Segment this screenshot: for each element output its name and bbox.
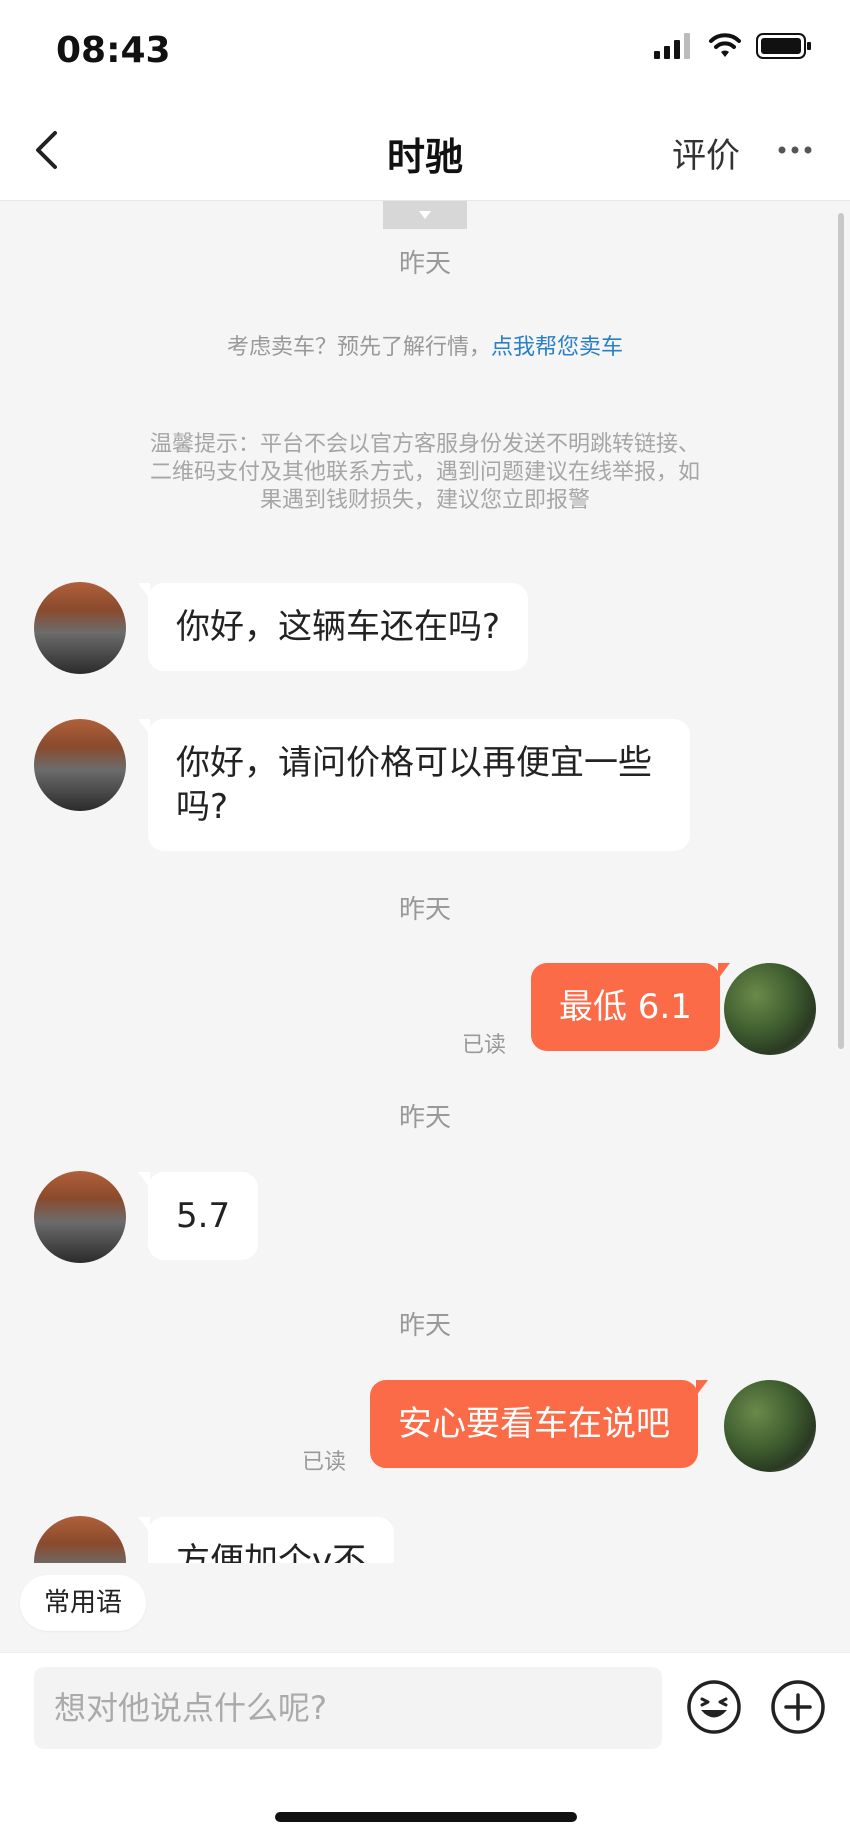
message-bubble: 最低 6.1 — [531, 963, 730, 1051]
time-label: 昨天 — [398, 1311, 451, 1341]
emoji-icon — [687, 1680, 741, 1734]
more-button[interactable] — [770, 130, 820, 170]
time-label: 昨天 — [398, 249, 451, 279]
avatar[interactable] — [34, 1516, 126, 1563]
chat-area[interactable]: 昨天 考虑卖车？预先了解行情，点我帮您卖车 温馨提示：平台不会以官方客服身份发送… — [0, 201, 850, 1563]
quick-phrases-button[interactable]: 常用语 — [20, 1575, 147, 1631]
safety-warning: 温馨提示：平台不会以官方客服身份发送不明跳转链接、二维码支付及其他联系方式，遇到… — [149, 432, 700, 513]
expand-arrow-icon — [419, 211, 431, 219]
message-bubble: 你好，这辆车还在吗? — [137, 583, 529, 671]
input-bar — [0, 1652, 850, 1765]
signal-icon — [654, 33, 690, 59]
avatar[interactable] — [34, 719, 126, 811]
read-status: 已读 — [462, 1033, 507, 1058]
more-icon — [778, 146, 812, 154]
message-bubble: 安心要看车在说吧 — [370, 1380, 708, 1468]
message-input[interactable] — [34, 1667, 662, 1749]
load-more-tab[interactable] — [383, 201, 467, 229]
wifi-icon — [709, 33, 741, 57]
sell-car-link[interactable]: 点我帮您卖车 — [491, 335, 623, 360]
nav-bar: 时驰 评价 — [0, 100, 850, 201]
rate-button[interactable]: 评价 — [672, 128, 740, 177]
message-bubble: 方便加个v不 — [137, 1517, 395, 1563]
read-status: 已读 — [302, 1450, 347, 1475]
status-time: 08:43 — [56, 30, 171, 71]
home-indicator[interactable] — [275, 1812, 577, 1822]
plus-icon — [771, 1680, 825, 1734]
avatar[interactable] — [724, 1380, 816, 1472]
avatar[interactable] — [34, 582, 126, 674]
time-label: 昨天 — [398, 895, 451, 925]
status-icons — [654, 32, 812, 60]
avatar[interactable] — [724, 963, 816, 1055]
sell-hint-text: 考虑卖车？预先了解行情， — [226, 335, 491, 360]
emoji-button[interactable] — [686, 1679, 742, 1735]
sell-hint: 考虑卖车？预先了解行情，点我帮您卖车 — [0, 329, 850, 361]
add-attachment-button[interactable] — [770, 1679, 826, 1735]
status-bar: 08:43 — [0, 0, 850, 100]
time-label: 昨天 — [398, 1103, 451, 1133]
message-bubble: 你好，请问价格可以再便宜一些吗? — [138, 719, 690, 851]
avatar[interactable] — [34, 1171, 126, 1263]
message-bubble: 5.7 — [137, 1172, 259, 1260]
bottom-area — [0, 1764, 850, 1841]
battery-icon — [756, 33, 811, 59]
